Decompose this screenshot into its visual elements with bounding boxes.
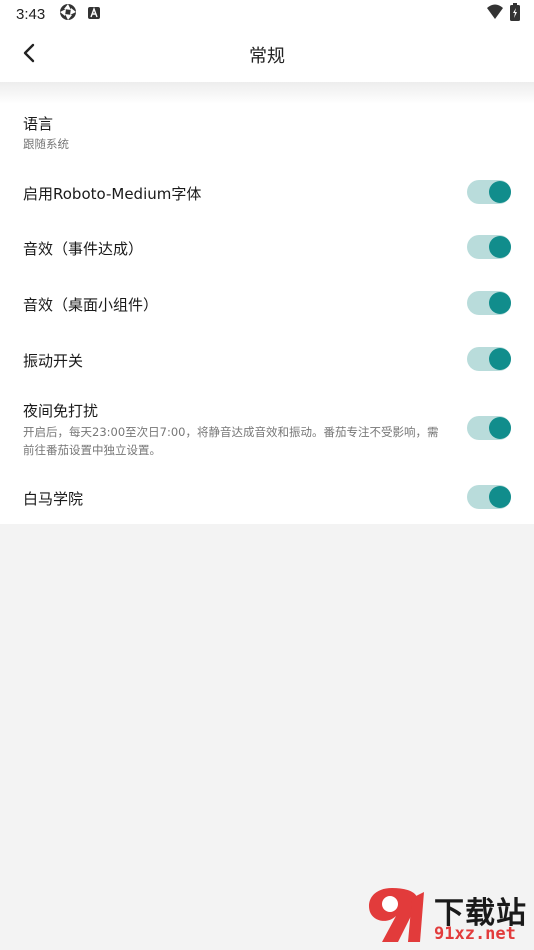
app-notification-icon <box>87 5 101 24</box>
aperture-icon <box>59 3 77 25</box>
setting-subtitle: 跟随系统 <box>23 137 69 151</box>
settings-list: 语言 跟随系统 启用Roboto-Medium字体 音效（事件达成） 音效（桌面… <box>0 104 534 524</box>
toggle-thumb <box>489 181 511 203</box>
battery-charging-icon <box>510 3 520 25</box>
setting-language[interactable]: 语言 跟随系统 <box>0 104 534 160</box>
toggle-thumb <box>489 348 511 370</box>
toggle-thumb <box>489 417 511 439</box>
status-bar: 3:43 <box>0 0 534 28</box>
watermark-url: 91xz.net <box>434 924 516 944</box>
app-bar-shadow <box>0 82 534 104</box>
setting-title: 夜间免打扰 <box>23 402 99 420</box>
vibration-toggle[interactable] <box>467 347 511 371</box>
setting-title: 启用Roboto-Medium字体 <box>23 185 202 203</box>
setting-vibration: 振动开关 <box>0 332 534 388</box>
watermark: 下载站 91xz.net <box>362 884 530 946</box>
setting-title: 音效（事件达成） <box>23 240 144 258</box>
setting-title: 语言 <box>23 115 54 133</box>
status-icons-left <box>59 3 101 25</box>
page-title: 常规 <box>249 46 285 67</box>
night-dnd-toggle[interactable] <box>467 416 511 440</box>
toggle-thumb <box>489 236 511 258</box>
status-icons-right <box>486 3 520 25</box>
setting-subtitle: 开启后，每天23:00至次日7:00，将静音达成音效和振动。番茄专注不受影响，需… <box>23 425 439 457</box>
status-time: 3:43 <box>16 5 46 23</box>
toggle-thumb <box>489 292 511 314</box>
toggle-thumb <box>489 486 511 508</box>
app-bar: 常规 <box>0 28 534 82</box>
sound-event-toggle[interactable] <box>467 235 511 259</box>
baima-toggle[interactable] <box>467 485 511 509</box>
sound-widget-toggle[interactable] <box>467 291 511 315</box>
setting-title: 白马学院 <box>23 490 84 508</box>
roboto-font-toggle[interactable] <box>467 180 511 204</box>
setting-sound-widget: 音效（桌面小组件） <box>0 276 534 332</box>
setting-sound-event: 音效（事件达成） <box>0 220 534 276</box>
setting-title: 振动开关 <box>23 352 84 370</box>
chevron-left-icon <box>21 43 37 67</box>
setting-baima: 白马学院 <box>0 470 534 524</box>
setting-title: 音效（桌面小组件） <box>23 296 159 314</box>
setting-roboto-font: 启用Roboto-Medium字体 <box>0 164 534 220</box>
wifi-icon <box>486 4 504 24</box>
setting-night-dnd: 夜间免打扰 开启后，每天23:00至次日7:00，将静音达成音效和振动。番茄专注… <box>0 388 534 470</box>
back-button[interactable] <box>14 40 44 70</box>
